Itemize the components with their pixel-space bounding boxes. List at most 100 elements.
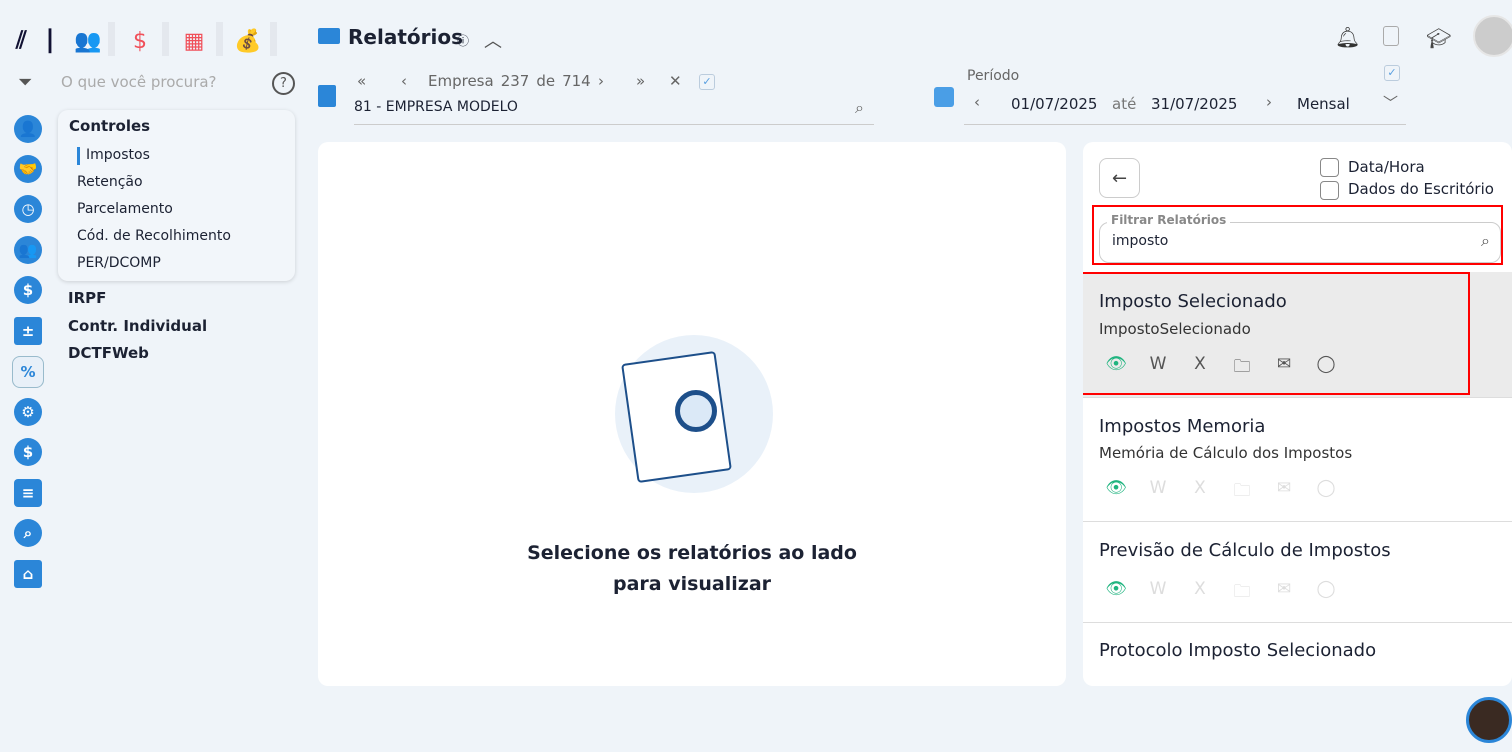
layers-icon[interactable]: ≡ bbox=[14, 479, 42, 507]
excel-icon[interactable]: X bbox=[1189, 579, 1211, 608]
datahora-label: Data/Hora bbox=[1348, 158, 1425, 176]
menu-item-impostos[interactable]: Impostos bbox=[86, 147, 150, 163]
empresa-select[interactable]: 81 - EMPRESA MODELO ⌕ bbox=[354, 96, 874, 125]
menu-item-perdcomp[interactable]: PER/DCOMP bbox=[77, 255, 161, 271]
gear-icon[interactable]: ⚙ bbox=[14, 398, 42, 426]
folder-icon[interactable]: 🗀 bbox=[1231, 478, 1253, 507]
report-item[interactable]: Impostos Memoria Memória de Cálculo dos … bbox=[1083, 398, 1512, 522]
active-indicator bbox=[77, 147, 80, 165]
report-title: Impostos Memoria bbox=[1099, 416, 1266, 437]
handshake-icon[interactable]: 🤝 bbox=[14, 155, 42, 183]
avatar[interactable] bbox=[1473, 15, 1512, 57]
empresa-current: 237 bbox=[500, 72, 530, 90]
end-date[interactable]: 31/07/2025 bbox=[1151, 95, 1237, 113]
building-icon bbox=[318, 85, 336, 107]
calculator-icon[interactable]: ± bbox=[14, 317, 42, 345]
menu-item-cod-recolhimento[interactable]: Cód. de Recolhimento bbox=[77, 228, 231, 244]
document-search-icon[interactable] bbox=[1383, 26, 1399, 46]
graduation-cap-icon[interactable]: 🎓︎ bbox=[1426, 26, 1451, 50]
prev-button[interactable]: ‹ bbox=[401, 72, 407, 90]
start-date[interactable]: 01/07/2025 bbox=[1011, 95, 1097, 113]
dollar-circle-icon[interactable]: $ bbox=[14, 276, 42, 304]
report-item[interactable]: Protocolo Imposto Selecionado bbox=[1083, 623, 1512, 686]
menu-section-contr-individual[interactable]: Contr. Individual bbox=[68, 317, 207, 335]
empresa-counter: Empresa 237 de 714 bbox=[428, 72, 591, 90]
calendar-icon bbox=[934, 87, 954, 107]
period-prev-button[interactable]: ‹ bbox=[974, 93, 980, 111]
info-icon[interactable]: ⓘ bbox=[457, 32, 469, 49]
until-label: até bbox=[1112, 95, 1137, 113]
chevron-down-icon[interactable]: ﹀ bbox=[1383, 92, 1398, 113]
dollar-icon[interactable]: $ bbox=[120, 21, 160, 61]
calculator-icon[interactable]: ▦ bbox=[174, 21, 214, 61]
period-type-select[interactable]: Mensal bbox=[1297, 95, 1350, 113]
reports-panel: ← Data/Hora Dados do Escritório imposto … bbox=[1083, 142, 1512, 686]
word-icon[interactable]: W bbox=[1147, 478, 1169, 507]
empty-illustration bbox=[615, 335, 773, 493]
selected-highlight bbox=[1083, 272, 1470, 395]
next-button[interactable]: › bbox=[598, 72, 604, 90]
empresa-of: de bbox=[536, 72, 556, 90]
empresa-checkbox[interactable]: ✓ bbox=[699, 74, 715, 90]
escritorio-checkbox[interactable] bbox=[1320, 181, 1339, 200]
eye-icon[interactable]: 👁︎ bbox=[1105, 579, 1127, 608]
first-button[interactable]: « bbox=[357, 72, 366, 90]
home-icon[interactable]: ⌂ bbox=[14, 560, 42, 588]
divider bbox=[108, 22, 115, 56]
search-icon[interactable]: ⌕ bbox=[855, 98, 864, 118]
search-icon[interactable]: ⌕ bbox=[1481, 231, 1490, 251]
monitor-icon bbox=[318, 28, 340, 44]
mail-icon[interactable]: ✉ bbox=[1273, 478, 1295, 507]
period-checkbox[interactable]: ✓ bbox=[1384, 65, 1400, 81]
menu-item-parcelamento[interactable]: Parcelamento bbox=[77, 201, 173, 217]
whatsapp-icon[interactable]: ◯ bbox=[1315, 579, 1337, 608]
folder-icon[interactable]: 🗀 bbox=[1231, 579, 1253, 608]
period-underline bbox=[964, 124, 1406, 125]
filter-icon[interactable]: ⏷ bbox=[18, 72, 32, 93]
report-subtitle: Memória de Cálculo dos Impostos bbox=[1099, 444, 1353, 462]
report-item[interactable]: Previsão de Cálculo de Impostos 👁︎ W X 🗀 ✉ ◯ bbox=[1083, 522, 1512, 623]
users-icon[interactable]: 👥 bbox=[14, 236, 42, 264]
user-settings-icon[interactable]: 👤 bbox=[14, 115, 42, 143]
menu-section-irpf[interactable]: IRPF bbox=[68, 289, 106, 307]
empresa-label: Empresa bbox=[428, 72, 494, 90]
people-icon[interactable]: 👥 bbox=[68, 21, 108, 61]
help-icon[interactable]: ? bbox=[272, 72, 295, 95]
period-next-button[interactable]: › bbox=[1266, 93, 1272, 111]
back-button[interactable]: ← bbox=[1099, 158, 1140, 198]
periodo-label: Período bbox=[967, 68, 1020, 84]
empresa-value: 81 - EMPRESA MODELO bbox=[354, 99, 518, 115]
money-bag-icon[interactable]: $ bbox=[14, 438, 42, 466]
excel-icon[interactable]: X bbox=[1189, 478, 1211, 507]
chevron-up-icon[interactable]: ︿ bbox=[484, 27, 502, 53]
datahora-checkbox[interactable] bbox=[1320, 158, 1339, 177]
filter-value: imposto bbox=[1112, 233, 1169, 249]
preview-panel: Selecione os relatórios ao lado para vis… bbox=[318, 142, 1066, 686]
page-title: Relatórios bbox=[348, 25, 463, 49]
whatsapp-icon[interactable]: ◯ bbox=[1315, 478, 1337, 507]
empty-message-line2: para visualizar bbox=[612, 573, 772, 595]
last-button[interactable]: » bbox=[636, 72, 645, 90]
eye-icon[interactable]: 👁︎ bbox=[1105, 478, 1127, 507]
divider bbox=[216, 22, 223, 56]
controles-menu: Controles Impostos Retenção Parcelamento… bbox=[58, 110, 295, 281]
money-bag-icon[interactable]: 💰 bbox=[228, 21, 268, 61]
bell-icon[interactable]: 🔔︎ bbox=[1335, 25, 1360, 49]
divider bbox=[162, 22, 169, 56]
mail-icon[interactable]: ✉ bbox=[1273, 579, 1295, 608]
empresa-total: 714 bbox=[562, 72, 591, 90]
tax-icon[interactable]: % bbox=[12, 356, 44, 388]
filter-input[interactable]: imposto ⌕ bbox=[1099, 222, 1501, 263]
search-input[interactable]: O que você procura? bbox=[61, 73, 217, 91]
menu-section-dctfweb[interactable]: DCTFWeb bbox=[68, 344, 149, 362]
menu-title: Controles bbox=[69, 117, 151, 135]
empty-message-line1: Selecione os relatórios ao lado bbox=[527, 542, 857, 564]
clock-icon[interactable]: ◷ bbox=[14, 195, 42, 223]
assistant-avatar[interactable] bbox=[1466, 697, 1512, 743]
escritorio-label: Dados do Escritório bbox=[1348, 180, 1494, 198]
menu-item-retencao[interactable]: Retenção bbox=[77, 174, 143, 190]
clear-icon[interactable]: ✕ bbox=[669, 72, 682, 90]
logo[interactable]: ⫽⎹ bbox=[16, 26, 51, 54]
search-icon[interactable]: ⌕ bbox=[14, 519, 42, 547]
word-icon[interactable]: W bbox=[1147, 579, 1169, 608]
